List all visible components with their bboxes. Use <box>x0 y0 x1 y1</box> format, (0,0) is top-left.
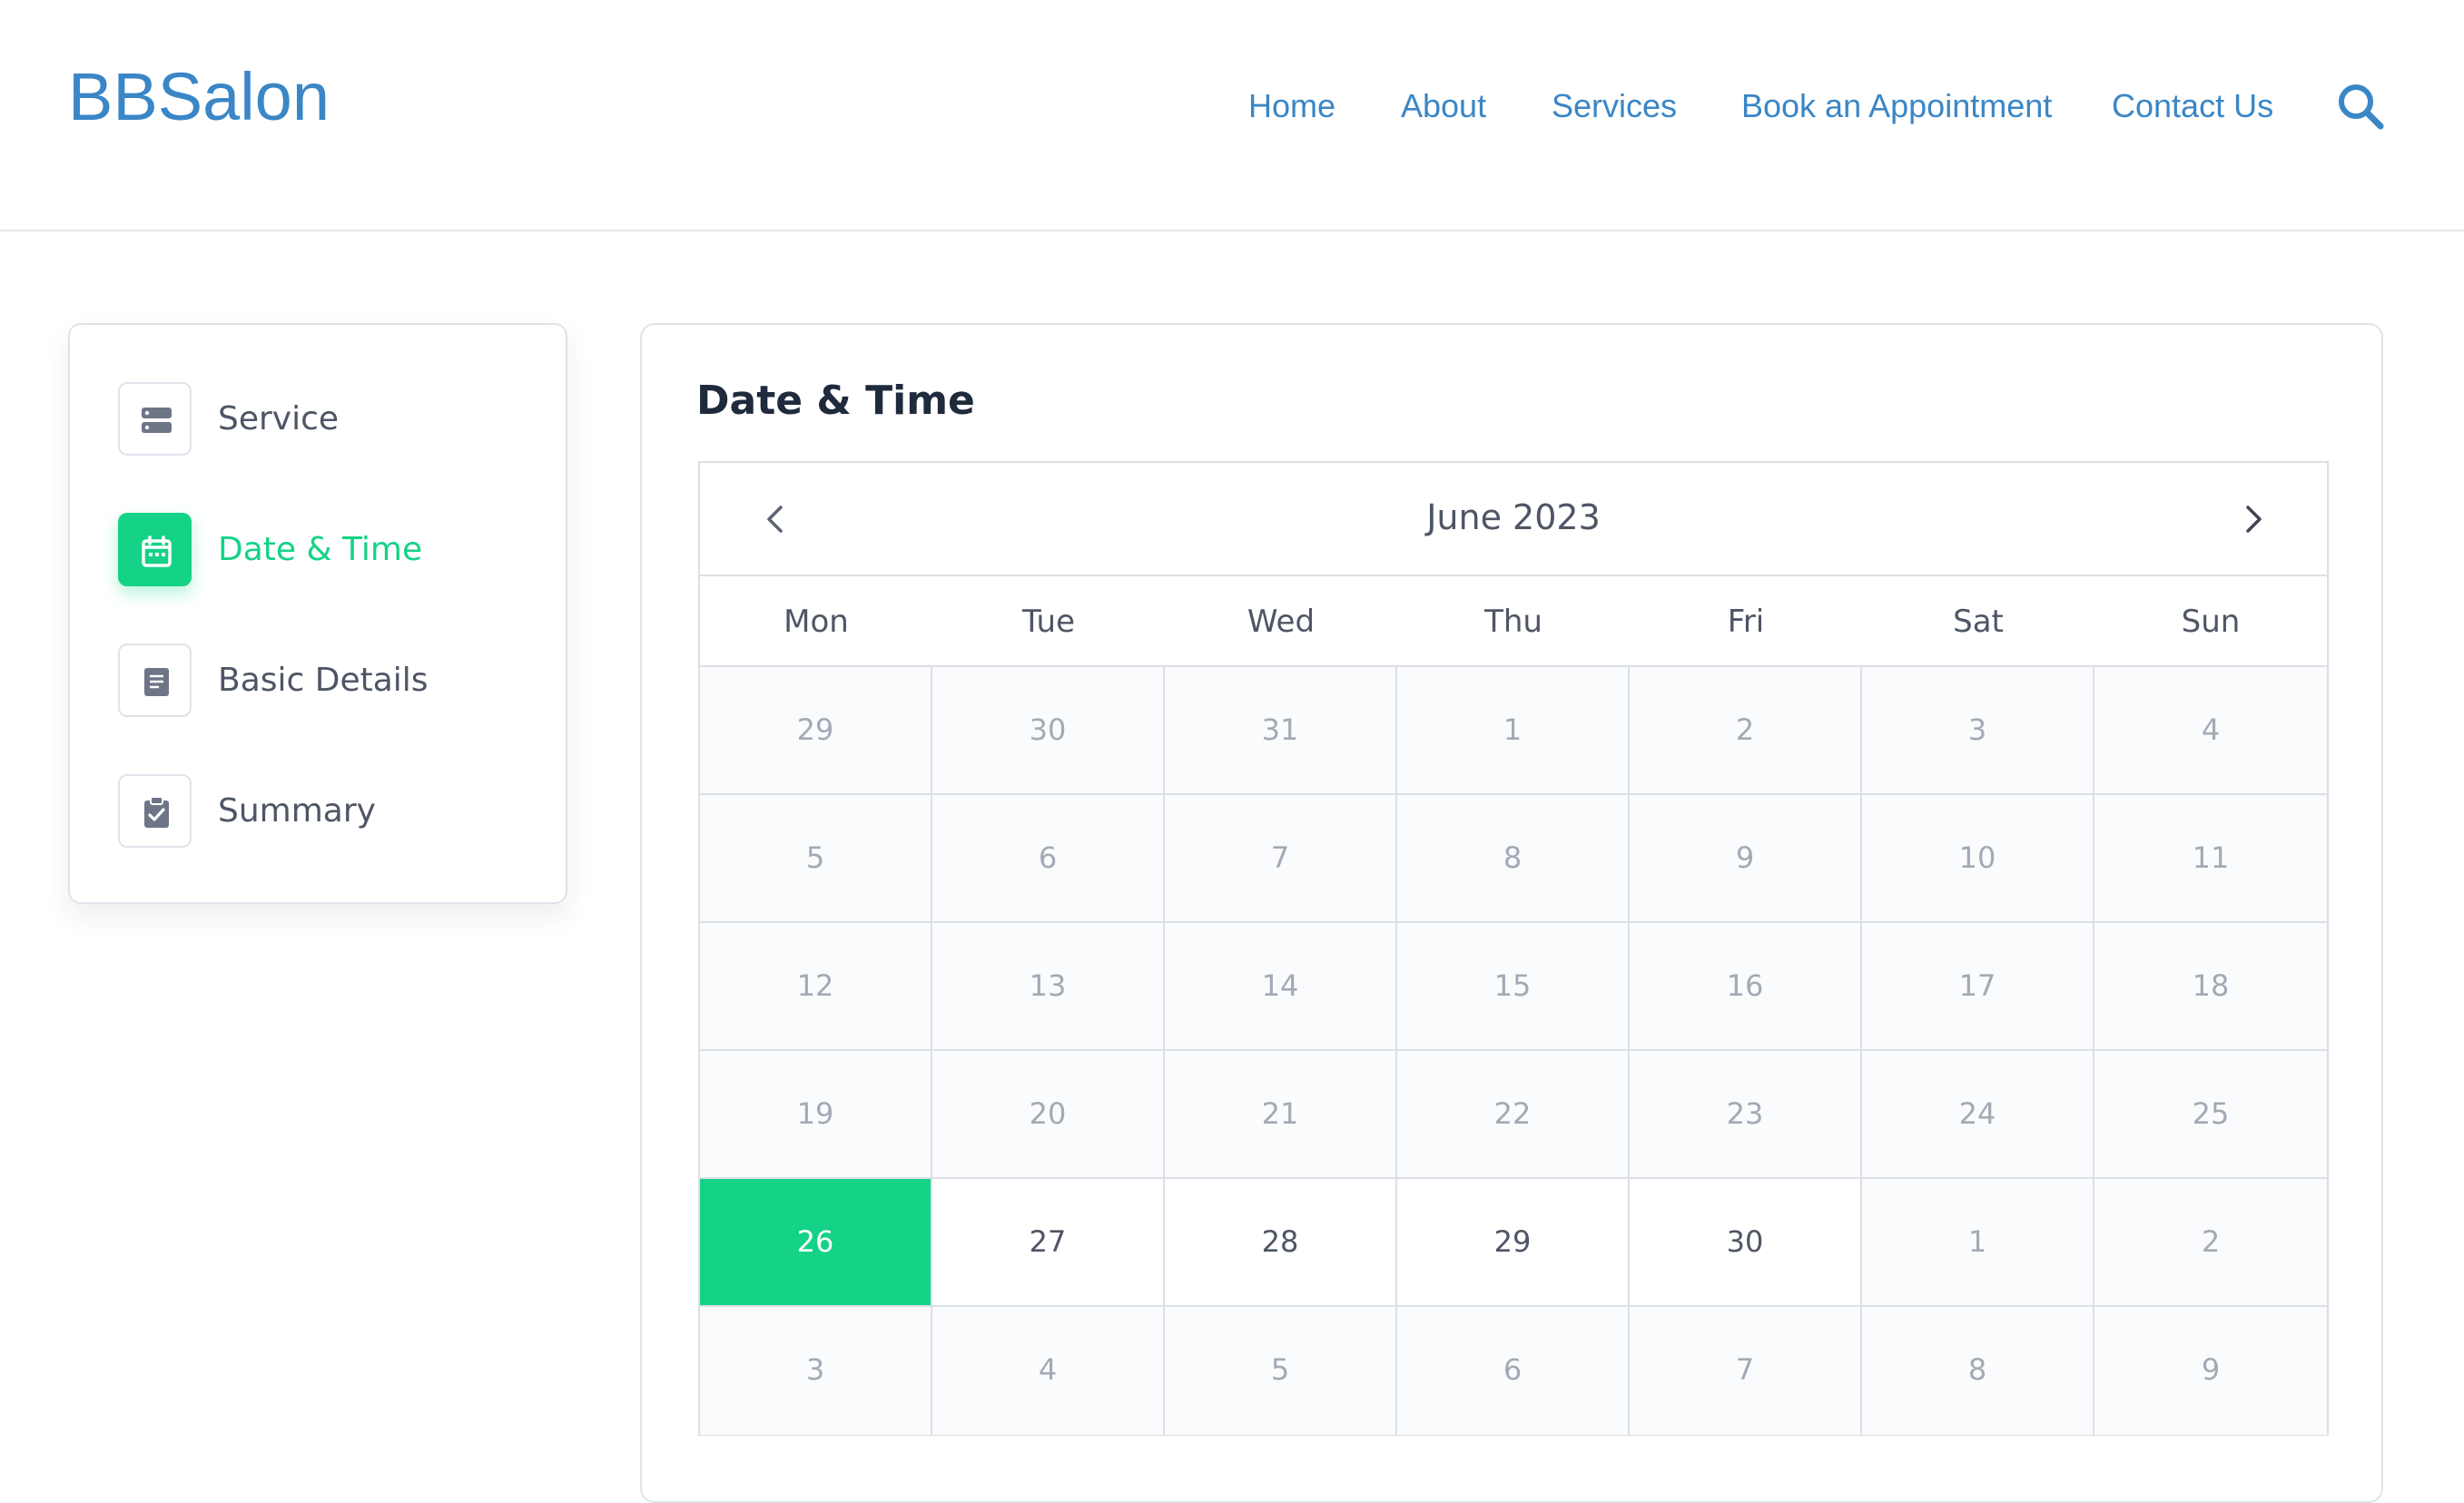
calendar-day[interactable]: 22 <box>1397 1051 1630 1179</box>
main-nav: Home About Services Book an Appointment … <box>0 84 2464 129</box>
weekday-sun: Sun <box>2181 604 2241 640</box>
weekday-tue: Tue <box>1021 604 1076 640</box>
step-summary[interactable]: Summary <box>118 774 527 849</box>
step-label-summary: Summary <box>218 792 376 830</box>
weekday-fri: Fri <box>1727 604 1765 640</box>
search-icon[interactable] <box>2335 81 2386 132</box>
weekday-wed: Wed <box>1247 604 1316 640</box>
calendar-day[interactable]: 10 <box>1862 795 2094 923</box>
calendar-day[interactable]: 17 <box>1862 923 2094 1051</box>
nav-home[interactable]: Home <box>1248 84 1335 129</box>
calendar-day[interactable]: 2 <box>2094 1179 2327 1307</box>
step-label-basic-details: Basic Details <box>218 662 429 699</box>
nav-book-appointment[interactable]: Book an Appointment <box>1741 84 2052 129</box>
calendar-day[interactable]: 25 <box>2094 1051 2327 1179</box>
site-header: BBSalon Home About Services Book an Appo… <box>0 0 2464 231</box>
calendar-day[interactable]: 7 <box>1630 1307 1862 1435</box>
calendar-day[interactable]: 6 <box>932 795 1165 923</box>
calendar-day[interactable]: 9 <box>2094 1307 2327 1435</box>
calendar-day[interactable]: 20 <box>932 1051 1165 1179</box>
calendar-day[interactable]: 12 <box>700 923 932 1051</box>
calendar-header: June 2023 <box>700 463 2327 576</box>
calendar-day[interactable]: 21 <box>1165 1051 1397 1179</box>
calendar-day[interactable]: 23 <box>1630 1051 1862 1179</box>
calendar-day[interactable]: 29 <box>1397 1179 1630 1307</box>
weekday-mon: Mon <box>784 604 849 640</box>
calendar-day[interactable]: 9 <box>1630 795 1862 923</box>
calendar-day[interactable]: 1 <box>1397 667 1630 795</box>
calendar-day[interactable]: 8 <box>1862 1307 2094 1435</box>
calendar-day[interactable]: 3 <box>1862 667 2094 795</box>
calendar-day[interactable]: 30 <box>1630 1179 1862 1307</box>
calendar-day[interactable]: 8 <box>1397 795 1630 923</box>
calendar-day[interactable]: 14 <box>1165 923 1397 1051</box>
nav-contact-us[interactable]: Contact Us <box>2112 84 2273 129</box>
nav-services[interactable]: Services <box>1552 84 1677 129</box>
calendar-day[interactable]: 6 <box>1397 1307 1630 1435</box>
weekday-sat: Sat <box>1953 604 2004 640</box>
step-date-time[interactable]: Date & Time <box>118 513 527 587</box>
step-basic-details[interactable]: Basic Details <box>118 643 527 718</box>
calendar: June 2023 Mon Tue Wed Thu Fri Sat Sun 29… <box>698 461 2329 1436</box>
panel-title: Date & Time <box>696 378 975 424</box>
clipboard-check-icon <box>118 774 192 848</box>
nav-about[interactable]: About <box>1401 84 1486 129</box>
calendar-day[interactable]: 24 <box>1862 1051 2094 1179</box>
calendar-day[interactable]: 3 <box>700 1307 932 1435</box>
calendar-grid: 29 30 31 1 2 3 4 5 6 7 8 9 10 11 12 13 14 15 16 17 18 19 20 21 2… <box>700 667 2327 1435</box>
calendar-day[interactable]: 1 <box>1862 1179 2094 1307</box>
calendar-day[interactable]: 16 <box>1630 923 1862 1051</box>
calendar-day[interactable]: 4 <box>932 1307 1165 1435</box>
chevron-right-icon[interactable] <box>2232 499 2272 539</box>
calendar-day[interactable]: 18 <box>2094 923 2327 1051</box>
calendar-day[interactable]: 15 <box>1397 923 1630 1051</box>
calendar-day[interactable]: 5 <box>1165 1307 1397 1435</box>
calendar-day[interactable]: 4 <box>2094 667 2327 795</box>
calendar-day[interactable]: 28 <box>1165 1179 1397 1307</box>
calendar-day[interactable]: 30 <box>932 667 1165 795</box>
calendar-weekdays: Mon Tue Wed Thu Fri Sat Sun <box>700 576 2327 667</box>
calendar-day[interactable]: 19 <box>700 1051 932 1179</box>
step-service[interactable]: Service <box>118 382 527 457</box>
calendar-day[interactable]: 2 <box>1630 667 1862 795</box>
step-label-service: Service <box>218 400 340 437</box>
document-icon <box>118 643 192 717</box>
calendar-day[interactable]: 11 <box>2094 795 2327 923</box>
calendar-day[interactable]: 13 <box>932 923 1165 1051</box>
booking-steps: Service Date & Time Basic Details Summar… <box>68 323 567 904</box>
calendar-month-label: June 2023 <box>1426 497 1601 537</box>
date-time-panel: Date & Time June 2023 Mon Tue Wed Thu Fr… <box>640 323 2383 1503</box>
calendar-day[interactable]: 31 <box>1165 667 1397 795</box>
step-label-date-time: Date & Time <box>218 531 423 568</box>
calendar-icon <box>118 513 192 586</box>
calendar-day[interactable]: 27 <box>932 1179 1165 1307</box>
calendar-day[interactable]: 29 <box>700 667 932 795</box>
calendar-day[interactable]: 7 <box>1165 795 1397 923</box>
server-icon <box>118 382 192 456</box>
weekday-thu: Thu <box>1484 604 1542 640</box>
calendar-day-selected[interactable]: 26 <box>700 1179 932 1307</box>
calendar-day[interactable]: 5 <box>700 795 932 923</box>
